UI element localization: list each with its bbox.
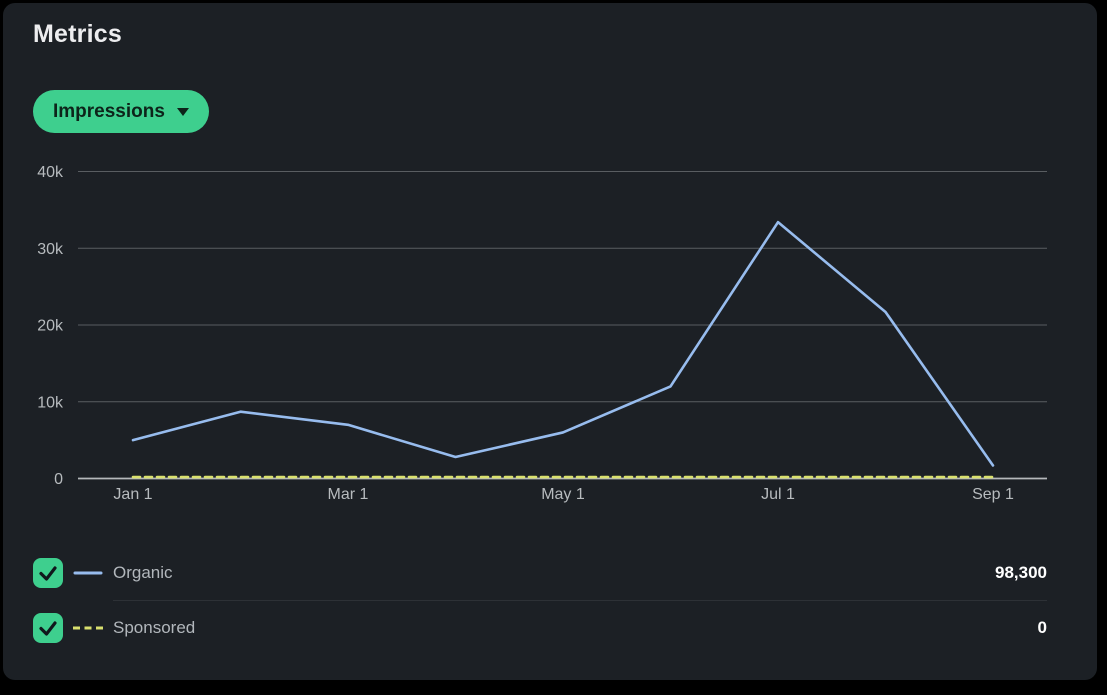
check-icon (33, 558, 63, 588)
check-icon (33, 613, 63, 643)
organic-visibility-checkbox[interactable] (33, 558, 63, 588)
x-tick-label: Mar 1 (328, 486, 369, 503)
chart-legend: Organic 98,300 Sponsored 0 (33, 546, 1047, 655)
legend-value-organic: 98,300 (995, 563, 1047, 583)
sponsored-visibility-checkbox[interactable] (33, 613, 63, 643)
y-tick-label: 40k (37, 164, 64, 181)
legend-row-sponsored: Sponsored 0 (33, 601, 1047, 655)
impressions-line-chart: 0 10k 20k 30k 40k Jan 1 Mar 1 May 1 Jul 1 Sep 1 (3, 150, 1097, 515)
chevron-down-icon (177, 108, 189, 116)
x-tick-label: Jan 1 (113, 486, 152, 503)
x-tick-label: Jul 1 (761, 486, 795, 503)
y-tick-label: 20k (37, 318, 64, 335)
organic-line (133, 222, 993, 465)
legend-row-organic: Organic 98,300 (33, 546, 1047, 600)
metrics-card: Metrics Impressions 0 10k 20k 30k 40k Jan 1 Ma… (3, 3, 1097, 680)
legend-value-sponsored: 0 (1038, 618, 1047, 638)
organic-line-swatch (73, 569, 103, 577)
legend-label-organic: Organic (113, 563, 173, 583)
sponsored-line-swatch (73, 624, 103, 632)
metric-selector-button[interactable]: Impressions (33, 90, 209, 133)
y-tick-label: 10k (37, 394, 64, 411)
y-tick-label: 0 (54, 471, 63, 488)
metric-selector-label: Impressions (53, 101, 165, 123)
x-tick-label: May 1 (541, 486, 585, 503)
y-tick-label: 30k (37, 241, 64, 258)
legend-label-sponsored: Sponsored (113, 618, 195, 638)
x-tick-label: Sep 1 (972, 486, 1014, 503)
page-title: Metrics (33, 20, 122, 49)
